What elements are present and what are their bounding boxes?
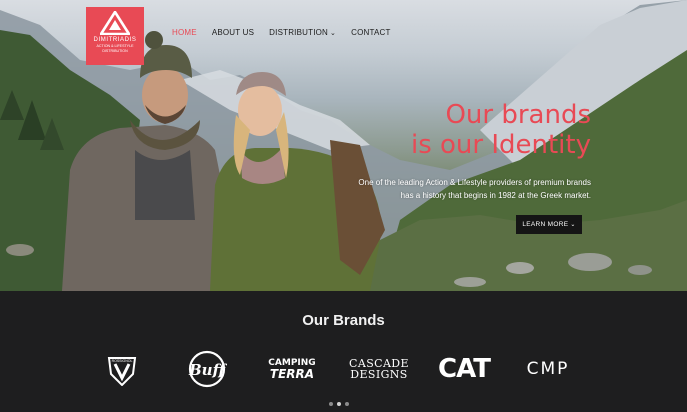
logo-name: DIMITRIADIS (93, 37, 137, 43)
learn-more-button[interactable]: LEARN MORE ⌄ (516, 215, 582, 234)
logo-triangle-icon (100, 11, 130, 35)
brand-logo-buff[interactable]: Buff (184, 349, 230, 389)
brand-logo-cmp[interactable]: CMP (518, 349, 578, 389)
brand-logo-camping-terra[interactable]: CAMPING TERRA (264, 349, 320, 389)
terra-wordmark: TERRA (269, 366, 315, 381)
carousel-dot-2[interactable] (337, 402, 341, 406)
brand-logo-rossignol[interactable]: ROSSIGNOL (102, 349, 142, 389)
nav-home[interactable]: HOME (172, 28, 197, 39)
carousel-pagination (329, 402, 349, 406)
nav-distribution-label: Distribution (269, 28, 329, 37)
buff-logo-icon: Buff (188, 350, 227, 388)
learn-more-label: LEARN MORE (522, 221, 569, 228)
designs-wordmark: DESIGNS (350, 368, 408, 381)
brand-logo-row: ROSSIGNOL Buff CAMPING TERRA CASCADE DES… (96, 349, 596, 389)
cmp-wordmark: CMP (526, 359, 570, 379)
carousel-dot-1[interactable] (329, 402, 333, 406)
logo-subtitle-line2: DISTRIBUTION (102, 49, 128, 53)
carousel-dot-3[interactable] (345, 402, 349, 406)
chevron-down-icon: ⌄ (330, 30, 337, 37)
hero-headline-line1: Our brands (445, 100, 591, 130)
nav-contact[interactable]: CONTACT (351, 28, 390, 39)
main-navigation: HOME ABOUT US Distribution ⌄ CONTACT (172, 28, 391, 39)
hero-description: One of the leading Action & Lifestyle pr… (358, 178, 591, 200)
brands-title: Our Brands (302, 312, 385, 329)
company-logo[interactable]: DIMITRIADIS ACTION & LIFESTYLE DISTRIBUT… (86, 7, 144, 65)
hero-headline: Our brands is our Identity (371, 100, 591, 160)
brand-logo-cat[interactable]: CAT (436, 349, 492, 389)
buff-wordmark: Buff (188, 361, 227, 379)
logo-subtitle-line1: ACTION & LIFESTYLE (96, 44, 134, 48)
rossignol-wordmark: ROSSIGNOL (112, 359, 133, 363)
chevron-down-icon: ⌄ (570, 222, 576, 228)
brand-logo-cascade-designs[interactable]: CASCADE DESIGNS (342, 349, 416, 389)
hero-headline-line2: is our Identity (410, 130, 591, 160)
brands-section: Our Brands ROSSIGNOL Buff CAMPING TERRA … (0, 291, 687, 412)
rossignol-logo-icon: ROSSIGNOL (107, 357, 137, 386)
nav-about-us[interactable]: ABOUT US (212, 28, 254, 39)
nav-distribution[interactable]: Distribution ⌄ (269, 28, 336, 39)
cat-wordmark: CAT (438, 354, 491, 384)
hero-banner: DIMITRIADIS ACTION & LIFESTYLE DISTRIBUT… (0, 0, 687, 291)
